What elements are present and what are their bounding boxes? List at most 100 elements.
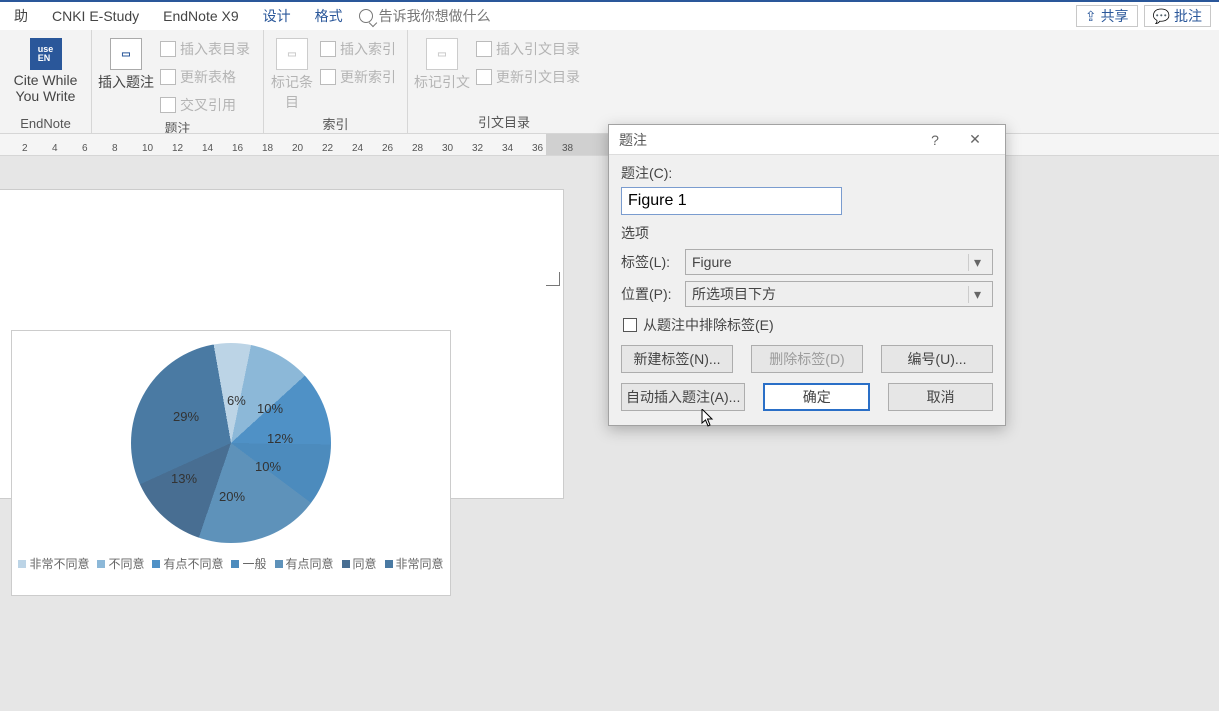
chart-legend: 非常不同意不同意有点不同意一般有点同意同意非常同意 bbox=[12, 555, 450, 572]
page-corner-marker bbox=[546, 272, 560, 286]
legend-item: 非常不同意 bbox=[18, 555, 89, 572]
ruler-tick: 4 bbox=[52, 143, 58, 154]
legend-item: 一般 bbox=[231, 555, 266, 572]
ruler-tick: 32 bbox=[472, 143, 483, 154]
checkbox-icon bbox=[623, 318, 637, 332]
ruler-tick: 2 bbox=[22, 143, 28, 154]
legend-swatch-icon bbox=[342, 560, 350, 568]
legend-swatch-icon bbox=[231, 560, 239, 568]
list-icon bbox=[160, 41, 176, 57]
ruler-tick: 22 bbox=[322, 143, 333, 154]
chevron-down-icon: ▾ bbox=[968, 286, 986, 303]
legend-item: 非常同意 bbox=[385, 555, 444, 572]
pie-label-5: 20% bbox=[219, 489, 245, 504]
chart-object[interactable]: 6% 10% 12% 10% 20% 13% 29% 非常不同意不同意有点不同意… bbox=[11, 330, 451, 596]
caption-input[interactable] bbox=[621, 187, 842, 215]
legend-swatch-icon bbox=[152, 560, 160, 568]
caption-icon: ▭ bbox=[110, 38, 142, 70]
mark-entry-button[interactable]: ▭ 标记条目 bbox=[268, 34, 316, 112]
tab-design[interactable]: 设计 bbox=[251, 2, 303, 30]
legend-swatch-icon bbox=[97, 560, 105, 568]
search-icon bbox=[359, 9, 373, 23]
citation-icon: ▭ bbox=[426, 38, 458, 70]
update-table-button[interactable]: 更新表格 bbox=[156, 66, 254, 88]
label-select[interactable]: Figure ▾ bbox=[685, 249, 993, 275]
pie-label-6: 13% bbox=[171, 471, 197, 486]
new-label-button[interactable]: 新建标签(N)... bbox=[621, 345, 733, 373]
pie-label-3: 12% bbox=[267, 431, 293, 446]
legend-item: 同意 bbox=[342, 555, 377, 572]
help-icon[interactable]: ? bbox=[915, 132, 955, 148]
update-index-button[interactable]: 更新索引 bbox=[316, 66, 400, 88]
exclude-label-text: 从题注中排除标签(E) bbox=[643, 315, 774, 335]
pie-label-7: 29% bbox=[173, 409, 199, 424]
index-icon bbox=[320, 41, 336, 57]
share-label: 共享 bbox=[1101, 6, 1129, 26]
legend-swatch-icon bbox=[385, 560, 393, 568]
comments-button[interactable]: 💬 批注 bbox=[1144, 5, 1211, 27]
group-endnote-label: EndNote bbox=[0, 114, 91, 133]
position-select[interactable]: 所选项目下方 ▾ bbox=[685, 281, 993, 307]
mark-citation-label: 标记引文 bbox=[414, 72, 470, 92]
refresh-icon bbox=[476, 69, 492, 85]
label-field-label: 标签(L): bbox=[621, 252, 685, 272]
ruler-tick: 18 bbox=[262, 143, 273, 154]
tab-endnote[interactable]: EndNote X9 bbox=[151, 2, 251, 30]
ruler-tick: 20 bbox=[292, 143, 303, 154]
pie-label-1: 6% bbox=[227, 393, 246, 408]
tab-help[interactable]: 助 bbox=[2, 2, 40, 30]
dialog-title: 题注 bbox=[619, 130, 915, 150]
ruler-tick: 36 bbox=[532, 143, 543, 154]
options-section-label: 选项 bbox=[621, 223, 993, 243]
ruler-tick: 24 bbox=[352, 143, 363, 154]
tab-format[interactable]: 格式 bbox=[303, 2, 355, 30]
caption-dialog: 题注 ? ✕ 题注(C): 选项 标签(L): Figure ▾ 位置(P): … bbox=[608, 124, 1006, 426]
ruler-tick: 6 bbox=[82, 143, 88, 154]
pie-chart bbox=[131, 343, 331, 543]
ruler-tick: 8 bbox=[112, 143, 118, 154]
tab-cnki[interactable]: CNKI E-Study bbox=[40, 2, 151, 30]
insert-citation-toc-button[interactable]: 插入引文目录 bbox=[472, 38, 584, 60]
close-icon[interactable]: ✕ bbox=[955, 131, 995, 148]
numbering-button[interactable]: 编号(U)... bbox=[881, 345, 993, 373]
insert-caption-button[interactable]: ▭ 插入题注 bbox=[96, 34, 156, 92]
mark-entry-label: 标记条目 bbox=[268, 72, 316, 112]
refresh-icon bbox=[320, 69, 336, 85]
share-icon: ⇪ bbox=[1085, 8, 1097, 25]
legend-swatch-icon bbox=[18, 560, 26, 568]
group-index-label: 索引 bbox=[264, 112, 407, 134]
share-button[interactable]: ⇪ 共享 bbox=[1076, 5, 1138, 27]
comment-icon: 💬 bbox=[1153, 8, 1170, 25]
mark-citation-button[interactable]: ▭ 标记引文 bbox=[412, 34, 472, 92]
ruler-tick: 26 bbox=[382, 143, 393, 154]
delete-label-button: 删除标签(D) bbox=[751, 345, 863, 373]
chevron-down-icon: ▾ bbox=[968, 254, 986, 271]
ruler-tick: 28 bbox=[412, 143, 423, 154]
label-select-value: Figure bbox=[692, 254, 732, 270]
insert-table-figures-button[interactable]: 插入表目录 bbox=[156, 38, 254, 60]
ruler-tick: 12 bbox=[172, 143, 183, 154]
ruler-tick: 16 bbox=[232, 143, 243, 154]
toc-icon bbox=[476, 41, 492, 57]
ok-button[interactable]: 确定 bbox=[763, 383, 870, 411]
link-icon bbox=[160, 97, 176, 113]
legend-item: 有点同意 bbox=[275, 555, 334, 572]
pie-label-2: 10% bbox=[257, 401, 283, 416]
group-caption-label: 题注 bbox=[92, 116, 263, 134]
insert-index-button[interactable]: 插入索引 bbox=[316, 38, 400, 60]
position-select-value: 所选项目下方 bbox=[692, 284, 776, 304]
ruler-tick: 14 bbox=[202, 143, 213, 154]
legend-item: 不同意 bbox=[97, 555, 144, 572]
update-citation-toc-button[interactable]: 更新引文目录 bbox=[472, 66, 584, 88]
tell-me-label: 告诉我你想做什么 bbox=[379, 6, 491, 26]
auto-caption-button[interactable]: 自动插入题注(A)... bbox=[621, 383, 745, 411]
legend-item: 有点不同意 bbox=[152, 555, 223, 572]
group-citation-label: 引文目录 bbox=[408, 110, 600, 133]
tell-me[interactable]: 告诉我你想做什么 bbox=[359, 6, 491, 26]
cancel-button[interactable]: 取消 bbox=[888, 383, 993, 411]
cross-reference-button[interactable]: 交叉引用 bbox=[156, 94, 254, 116]
exclude-label-checkbox[interactable]: 从题注中排除标签(E) bbox=[621, 315, 993, 335]
caption-field-label: 题注(C): bbox=[621, 163, 993, 183]
cite-while-you-write-button[interactable]: useEN Cite While You Write bbox=[4, 34, 87, 104]
ribbon: useEN Cite While You Write EndNote ▭ 插入题… bbox=[0, 30, 1219, 134]
